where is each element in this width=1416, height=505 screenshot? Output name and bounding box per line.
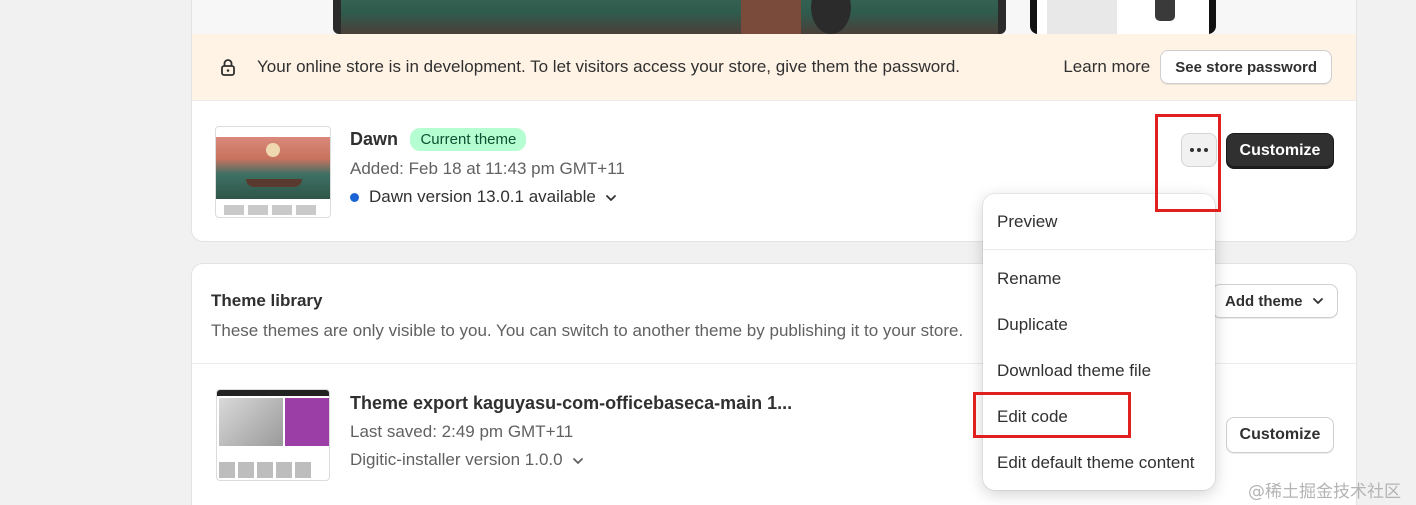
theme-library-title: Theme library (211, 291, 323, 310)
lock-icon (218, 57, 238, 77)
exported-theme-thumbnail (216, 389, 330, 481)
menu-item-download-theme-file[interactable]: Download theme file (997, 361, 1151, 381)
library-theme-name: Theme export kaguyasu-com-officebaseca-m… (350, 393, 793, 413)
library-theme-version-label: Digitic-installer version 1.0.0 (350, 450, 563, 469)
menu-divider (983, 249, 1215, 250)
update-available-dot (350, 192, 359, 202)
library-theme-saved: Last saved: 2:49 pm GMT+11 (350, 422, 574, 441)
menu-item-preview[interactable]: Preview (997, 212, 1057, 232)
learn-more-link[interactable]: Learn more (1063, 57, 1150, 77)
chevron-down-icon (604, 190, 618, 204)
more-actions-button[interactable] (1181, 133, 1217, 167)
current-theme-info: Dawn Current theme Added: Feb 18 at 11:4… (350, 128, 625, 207)
menu-item-edit-code[interactable]: Edit code (997, 407, 1068, 427)
theme-version-label: Dawn version 13.0.1 available (369, 187, 596, 206)
banner-message: Your online store is in development. To … (257, 57, 961, 76)
current-theme-badge: Current theme (410, 128, 527, 151)
add-theme-button[interactable]: Add theme (1212, 284, 1338, 318)
theme-version-dropdown[interactable]: Dawn version 13.0.1 available (350, 187, 625, 207)
menu-item-edit-default-theme-content[interactable]: Edit default theme content (997, 453, 1195, 473)
development-banner: Your online store is in development. To … (192, 34, 1356, 100)
library-theme-info: Theme export kaguyasu-com-officebaseca-m… (350, 393, 792, 470)
menu-item-rename[interactable]: Rename (997, 269, 1061, 289)
dawn-theme-thumbnail (215, 126, 331, 218)
theme-library-subtitle: These themes are only visible to you. Yo… (211, 321, 964, 340)
theme-added-date: Added: Feb 18 at 11:43 pm GMT+11 (350, 159, 625, 178)
menu-item-duplicate[interactable]: Duplicate (997, 315, 1068, 335)
desktop-preview[interactable] (333, 0, 1006, 34)
see-store-password-button[interactable]: See store password (1160, 50, 1332, 84)
library-customize-button[interactable]: Customize (1226, 417, 1334, 453)
chevron-down-icon (1311, 294, 1325, 308)
watermark: @稀土掘金技术社区 (1248, 482, 1401, 502)
theme-preview-area (192, 0, 1356, 34)
library-theme-version-dropdown[interactable]: Digitic-installer version 1.0.0 (350, 450, 792, 470)
theme-name: Dawn (350, 129, 399, 149)
customize-button[interactable]: Customize (1226, 133, 1334, 169)
theme-actions-menu: Preview Rename Duplicate Download theme … (983, 194, 1215, 490)
chevron-down-icon (571, 453, 585, 467)
add-theme-label: Add theme (1225, 292, 1303, 310)
mobile-preview[interactable] (1030, 0, 1216, 34)
